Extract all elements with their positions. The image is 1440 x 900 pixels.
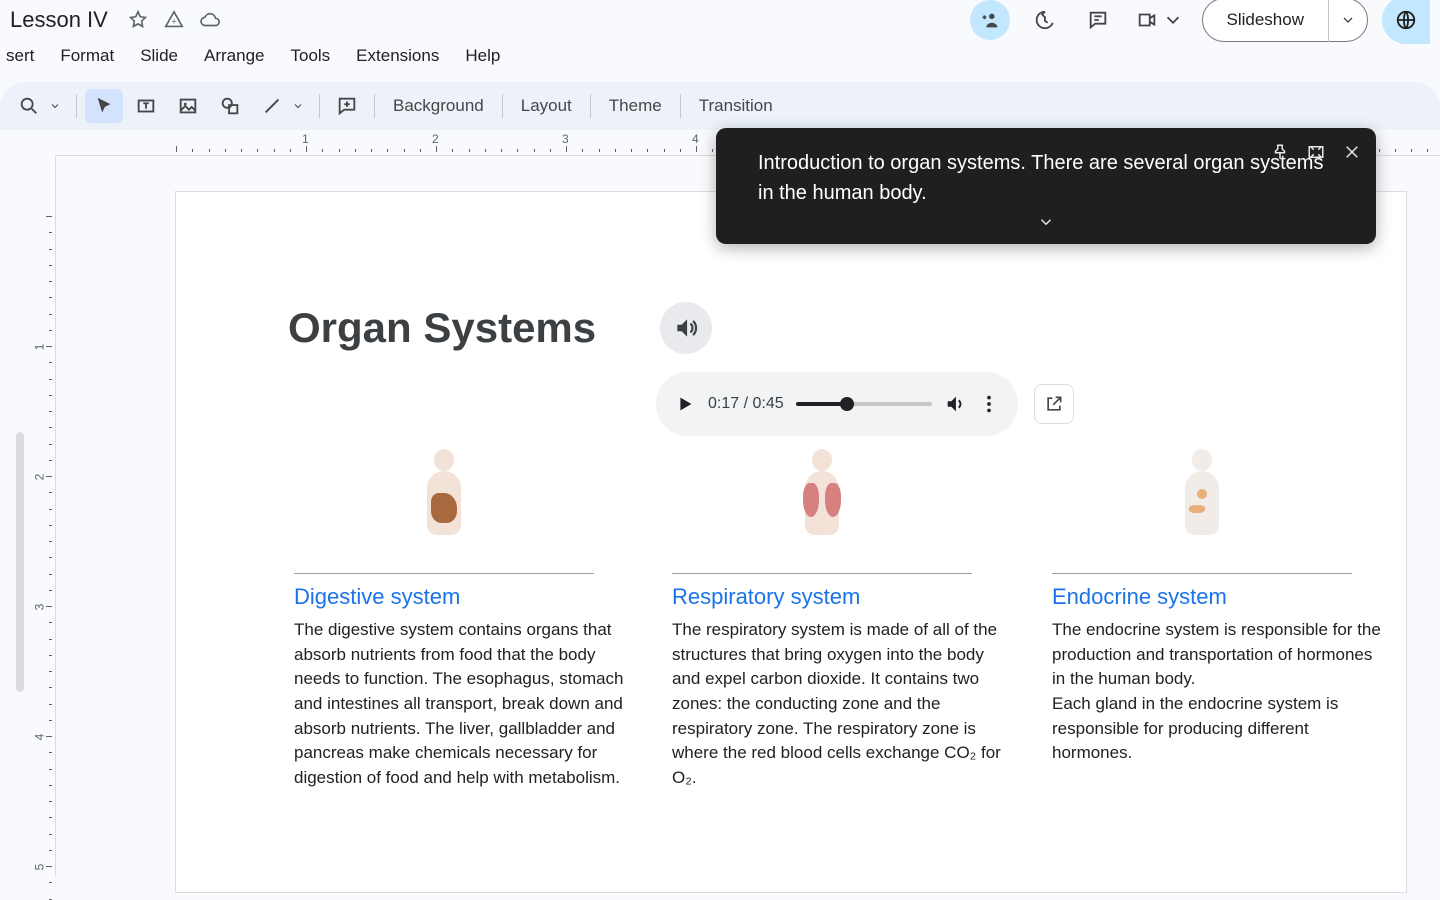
share-button[interactable]: [1382, 0, 1430, 44]
column-endocrine[interactable]: Endocrine system The endocrine system is…: [1052, 444, 1382, 766]
line-dropdown[interactable]: [291, 100, 305, 112]
column-respiratory[interactable]: Respiratory system The respiratory syste…: [672, 444, 1002, 790]
present-to-person-icon[interactable]: [970, 0, 1010, 40]
zoom-tool[interactable]: [10, 89, 48, 123]
slideshow-dropdown[interactable]: [1329, 0, 1367, 42]
select-tool[interactable]: [85, 89, 123, 123]
layout-button[interactable]: Layout: [511, 96, 582, 116]
pin-icon[interactable]: [1266, 138, 1294, 166]
caption-text: Introduction to organ systems. There are…: [758, 148, 1326, 208]
version-history-icon[interactable]: [1024, 0, 1064, 40]
slideshow-label: Slideshow: [1203, 0, 1330, 42]
audio-seek-bar[interactable]: [796, 402, 932, 406]
vertical-ruler: 12345: [32, 156, 56, 876]
document-title[interactable]: Lesson IV: [10, 7, 108, 33]
audio-object-icon[interactable]: [660, 302, 712, 354]
svg-text:+: +: [171, 17, 176, 27]
textbox-tool[interactable]: [127, 89, 165, 123]
slide-canvas[interactable]: Organ Systems Digestive system The diges…: [176, 192, 1406, 892]
column-title: Digestive system: [294, 584, 624, 610]
more-options-icon[interactable]: [978, 393, 1000, 415]
caption-popup: Introduction to organ systems. There are…: [716, 128, 1376, 244]
menu-insert[interactable]: sert: [6, 46, 34, 66]
transition-button[interactable]: Transition: [689, 96, 783, 116]
column-body: The digestive system contains organs tha…: [294, 618, 624, 790]
column-digestive[interactable]: Digestive system The digestive system co…: [294, 444, 624, 790]
slide-title[interactable]: Organ Systems: [288, 304, 596, 352]
endocrine-image: [1052, 444, 1352, 574]
line-tool[interactable]: [253, 89, 291, 123]
comment-tool[interactable]: [328, 89, 366, 123]
comments-icon[interactable]: [1078, 0, 1118, 40]
volume-icon[interactable]: [944, 393, 966, 415]
shape-tool[interactable]: [211, 89, 249, 123]
separator: [319, 94, 320, 118]
menu-bar: sert Format Slide Arrange Tools Extensio…: [0, 40, 1440, 72]
expand-icon[interactable]: [1302, 138, 1330, 166]
digestive-image: [294, 444, 594, 574]
move-icon[interactable]: +: [162, 8, 186, 32]
vertical-scrollbar[interactable]: [16, 432, 24, 692]
open-externally-icon[interactable]: [1034, 384, 1074, 424]
star-icon[interactable]: [126, 8, 150, 32]
menu-help[interactable]: Help: [465, 46, 500, 66]
chevron-down-icon[interactable]: [1037, 213, 1055, 236]
cloud-status-icon[interactable]: [198, 8, 222, 32]
separator: [76, 94, 77, 118]
close-icon[interactable]: [1338, 138, 1366, 166]
menu-tools[interactable]: Tools: [290, 46, 330, 66]
toolbar: Background Layout Theme Transition: [0, 82, 1440, 130]
image-tool[interactable]: [169, 89, 207, 123]
column-title: Endocrine system: [1052, 584, 1382, 610]
menu-slide[interactable]: Slide: [140, 46, 178, 66]
slideshow-button[interactable]: Slideshow: [1202, 0, 1369, 42]
menu-format[interactable]: Format: [60, 46, 114, 66]
audio-player: 0:17 / 0:45: [656, 372, 1018, 436]
record-video-button[interactable]: [1132, 0, 1188, 40]
separator: [680, 94, 681, 118]
menu-arrange[interactable]: Arrange: [204, 46, 264, 66]
respiratory-image: [672, 444, 972, 574]
play-button[interactable]: [674, 393, 696, 415]
column-body: The endocrine system is responsible for …: [1052, 618, 1382, 766]
zoom-dropdown[interactable]: [48, 100, 62, 112]
column-title: Respiratory system: [672, 584, 1002, 610]
background-button[interactable]: Background: [383, 96, 494, 116]
separator: [502, 94, 503, 118]
theme-button[interactable]: Theme: [599, 96, 672, 116]
column-body: The respiratory system is made of all of…: [672, 618, 1002, 790]
audio-time: 0:17 / 0:45: [708, 395, 784, 413]
separator: [590, 94, 591, 118]
separator: [374, 94, 375, 118]
menu-extensions[interactable]: Extensions: [356, 46, 439, 66]
